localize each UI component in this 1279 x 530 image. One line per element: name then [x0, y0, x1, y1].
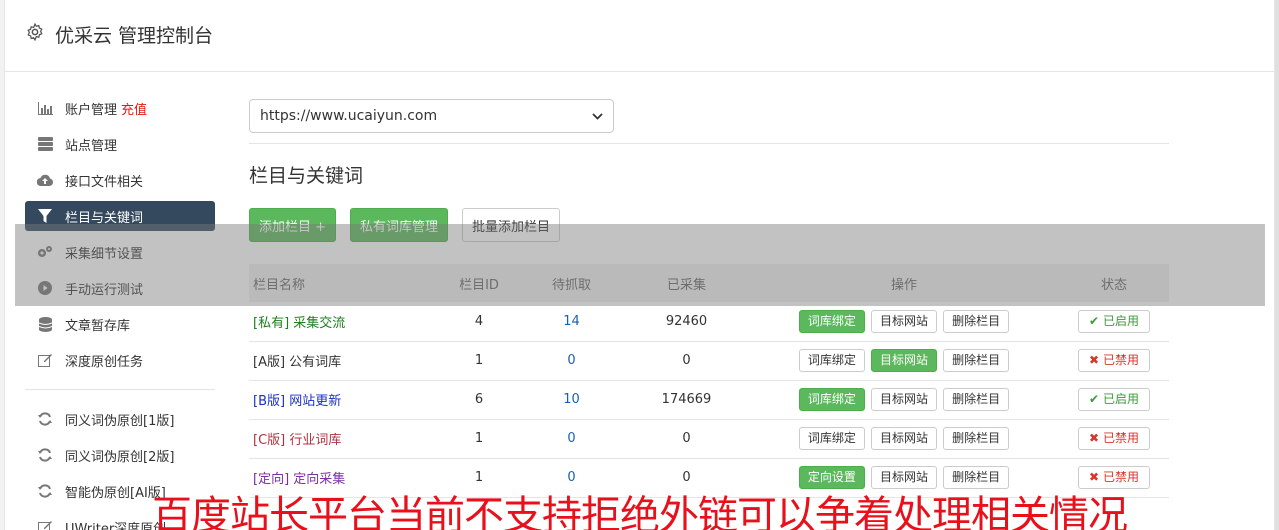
table-row: [B版] 网站更新 6 10 174669 词库绑定 目标网站 删除栏目 ✔ 已…: [249, 380, 1169, 420]
database-icon: [37, 316, 53, 332]
sidebar-item-sites[interactable]: 站点管理: [25, 129, 215, 159]
gear-icon: [27, 22, 43, 42]
collected-count: 0: [624, 419, 749, 459]
status-enabled-button[interactable]: ✔ 已启用: [1078, 309, 1150, 333]
edit-icon: [37, 352, 53, 368]
status-label: 已禁用: [1102, 431, 1139, 445]
sidebar-divider: [25, 389, 215, 390]
column-name[interactable]: [C版] 行业词库: [249, 419, 439, 459]
divider: [249, 143, 1169, 144]
column-id: 4: [439, 302, 519, 342]
status-disabled-button[interactable]: ✖ 已禁用: [1078, 349, 1150, 372]
delete-column-button[interactable]: 删除栏目: [943, 309, 1010, 333]
pending-count[interactable]: 14: [519, 302, 624, 342]
site-select[interactable]: https://www.ucaiyun.com: [249, 99, 614, 133]
sidebar-item-label: 账户管理: [65, 102, 118, 118]
status-label: 已禁用: [1102, 470, 1139, 484]
check-icon: ✔: [1089, 313, 1100, 328]
actions-cell: 词库绑定 目标网站 删除栏目: [749, 380, 1059, 420]
status-label: 已启用: [1102, 313, 1139, 328]
collected-count: 92460: [624, 302, 749, 342]
x-icon: ✖: [1089, 353, 1100, 367]
x-icon: ✖: [1089, 431, 1100, 445]
actions-cell: 词库绑定 目标网站 删除栏目: [749, 419, 1059, 459]
actions-cell: 词库绑定 目标网站 删除栏目: [749, 341, 1059, 381]
gray-overlay-band: [15, 224, 1265, 306]
sidebar: 账户管理 充值 站点管理 接口文件相关 栏目与关键词 采集细节设置 手动运行测试…: [25, 93, 215, 530]
sidebar-item-synonym-v2[interactable]: 同义词伪原创[2版]: [25, 440, 215, 470]
x-icon: ✖: [1089, 470, 1100, 484]
refresh-icon: [37, 411, 53, 427]
caption-banner: 百度站长平台当前不支持拒绝外链可以争着处理相关情况: [152, 493, 1128, 530]
status-cell: ✔ 已启用: [1059, 302, 1169, 342]
refresh-icon: [37, 447, 53, 463]
status-cell: ✖ 已禁用: [1059, 419, 1169, 459]
table-row: [A版] 公有词库 1 0 0 词库绑定 目标网站 删除栏目 ✖ 已禁用: [249, 341, 1169, 381]
sidebar-item-deep-original[interactable]: 深度原创任务: [25, 345, 215, 375]
status-disabled-button[interactable]: ✖ 已禁用: [1078, 427, 1150, 450]
sidebar-item-label: 同义词伪原创[1版]: [65, 413, 175, 429]
column-id: 6: [439, 380, 519, 420]
bind-lexicon-button[interactable]: 词库绑定: [798, 309, 865, 333]
status-cell: ✖ 已禁用: [1059, 341, 1169, 381]
sidebar-item-label: 栏目与关键词: [65, 210, 144, 226]
column-id: 1: [439, 419, 519, 459]
target-site-button[interactable]: 目标网站: [870, 349, 937, 372]
column-name[interactable]: [私有] 采集交流: [249, 302, 439, 342]
bind-lexicon-button[interactable]: 词库绑定: [798, 349, 865, 372]
target-site-button[interactable]: 目标网站: [870, 427, 937, 450]
sidebar-item-api-files[interactable]: 接口文件相关: [25, 165, 215, 195]
target-site-button[interactable]: 目标网站: [870, 388, 937, 411]
sidebar-item-label: 站点管理: [65, 138, 118, 154]
sidebar-item-label: 同义词伪原创[2版]: [65, 449, 175, 465]
bind-lexicon-button[interactable]: 词库绑定: [798, 427, 865, 450]
check-icon: ✔: [1089, 392, 1100, 406]
site-select-value: https://www.ucaiyun.com: [260, 108, 438, 124]
table-row: [私有] 采集交流 4 14 92460 词库绑定 目标网站 删除栏目 ✔ 已启…: [249, 302, 1169, 342]
status-label: 已禁用: [1102, 353, 1139, 367]
status-enabled-button[interactable]: ✔ 已启用: [1078, 388, 1150, 411]
bar-chart-icon: [37, 100, 53, 116]
server-icon: [37, 136, 53, 152]
collected-count: 174669: [624, 380, 749, 420]
pending-count[interactable]: 10: [519, 380, 624, 420]
sidebar-item-article-store[interactable]: 文章暂存库: [25, 309, 215, 339]
status-cell: ✔ 已启用: [1059, 380, 1169, 420]
sidebar-item-label: 文章暂存库: [65, 318, 131, 334]
recharge-link[interactable]: 充值: [121, 99, 147, 118]
pending-count[interactable]: 0: [519, 419, 624, 459]
sidebar-item-account[interactable]: 账户管理 充值: [25, 93, 215, 123]
filter-icon: [37, 208, 53, 224]
sidebar-item-synonym-v1[interactable]: 同义词伪原创[1版]: [25, 404, 215, 434]
pending-count[interactable]: 0: [519, 341, 624, 381]
bind-lexicon-button[interactable]: 词库绑定: [798, 388, 865, 411]
cloud-upload-icon: [37, 172, 53, 188]
page-title: 优采云 管理控制台: [55, 25, 214, 47]
table-row: [C版] 行业词库 1 0 0 词库绑定 目标网站 删除栏目 ✖ 已禁用: [249, 419, 1169, 459]
column-name[interactable]: [B版] 网站更新: [249, 380, 439, 420]
sidebar-item-label: 接口文件相关: [65, 174, 144, 190]
header: 优采云 管理控制台: [5, 0, 1276, 72]
collected-count: 0: [624, 341, 749, 381]
column-id: 1: [439, 341, 519, 381]
sidebar-item-label: 深度原创任务: [65, 354, 144, 370]
scrollbar[interactable]: [1275, 0, 1279, 530]
status-label: 已启用: [1102, 392, 1139, 406]
target-site-button[interactable]: 目标网站: [870, 309, 937, 333]
delete-column-button[interactable]: 删除栏目: [943, 349, 1010, 372]
chevron-down-icon: [592, 112, 603, 120]
delete-column-button[interactable]: 删除栏目: [943, 427, 1010, 450]
actions-cell: 词库绑定 目标网站 删除栏目: [749, 302, 1059, 342]
column-name[interactable]: [A版] 公有词库: [249, 341, 439, 381]
delete-column-button[interactable]: 删除栏目: [943, 388, 1010, 411]
section-title: 栏目与关键词: [249, 165, 364, 187]
